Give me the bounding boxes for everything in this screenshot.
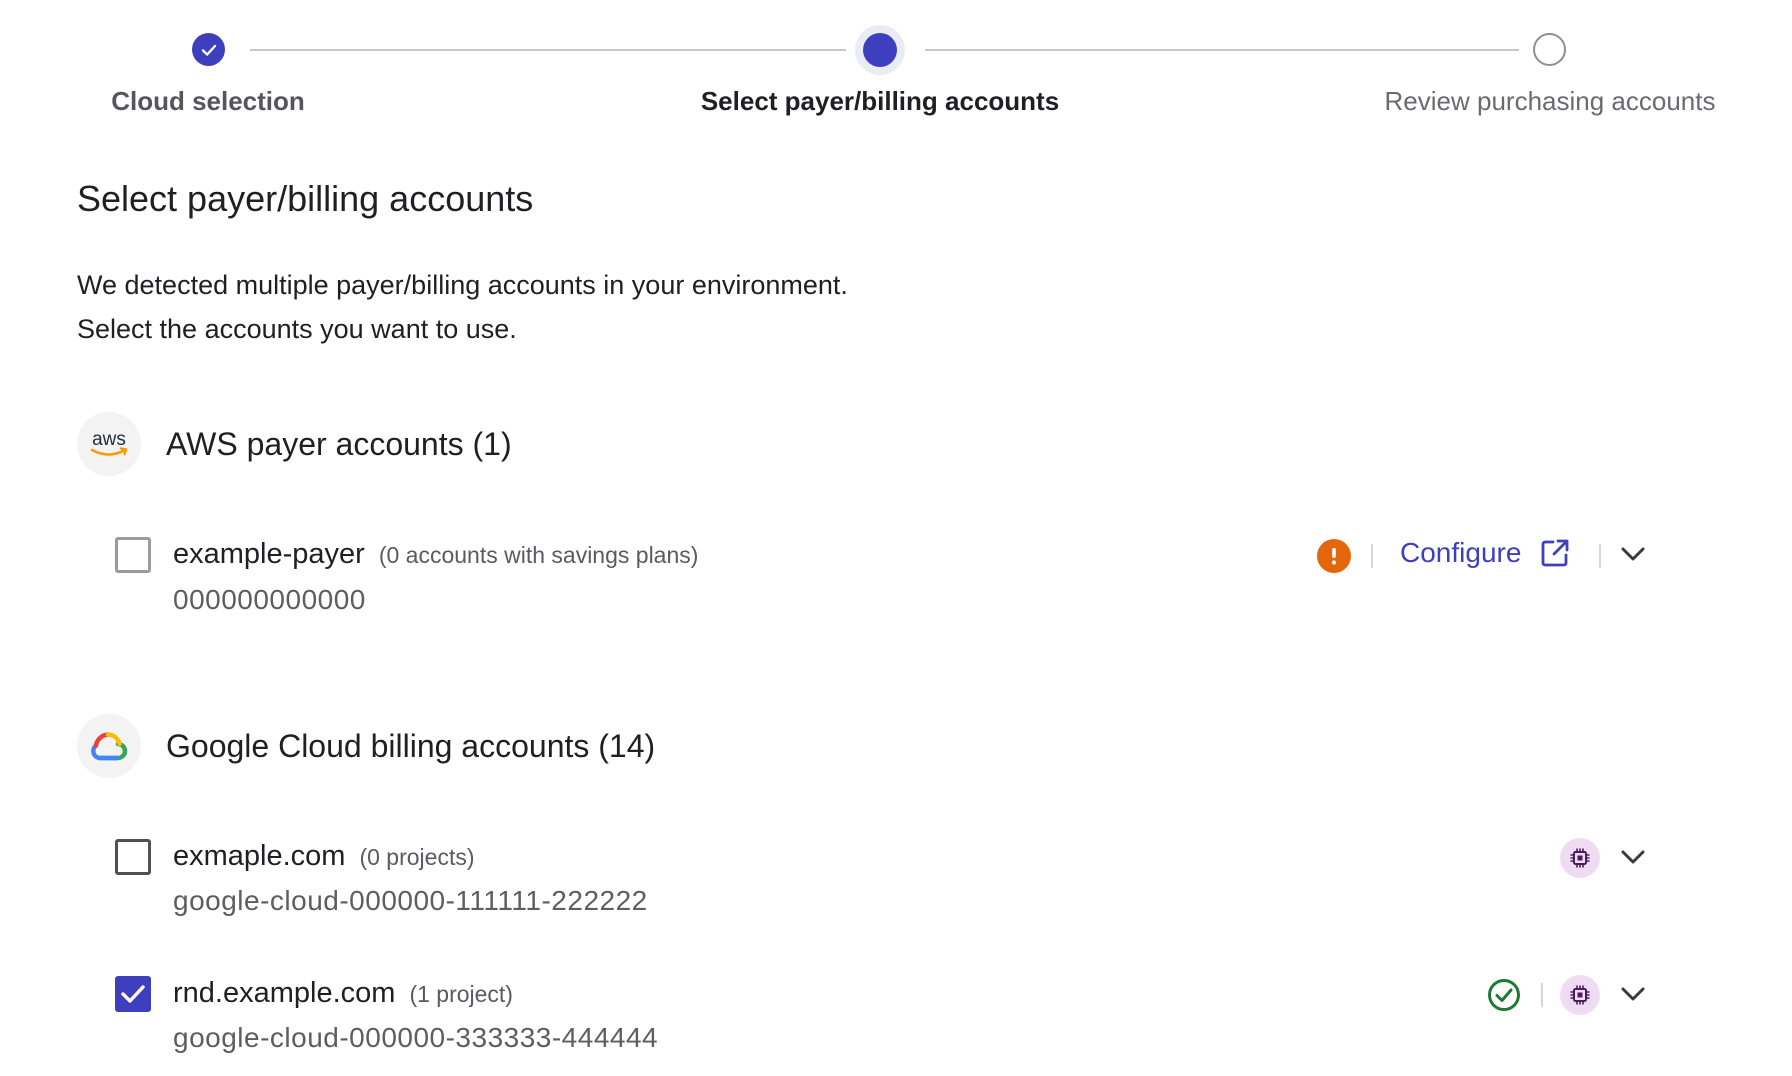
account-id: 000000000000: [173, 584, 366, 615]
account-name-line: rnd.example.com (1 project): [173, 977, 513, 1010]
step-completed-check-icon[interactable]: [192, 33, 225, 66]
page: Cloud selection Select payer/billing acc…: [0, 0, 1792, 1076]
warning-icon[interactable]: [1317, 539, 1351, 573]
aws-section-title: AWS payer accounts (1): [166, 425, 512, 462]
account-name-line: example-payer (0 accounts with savings pl…: [173, 538, 698, 571]
intro-line-1: We detected multiple payer/billing accou…: [77, 270, 848, 300]
gcp-section-header: Google Cloud billing accounts (14): [77, 714, 655, 778]
account-meta: (0 accounts with savings plans): [378, 542, 699, 568]
chip-icon[interactable]: [1560, 838, 1600, 878]
account-checkbox[interactable]: [115, 839, 151, 875]
aws-account-row: example-payer (0 accounts with savings pl…: [0, 528, 1792, 628]
stepper: Cloud selection Select payer/billing acc…: [0, 0, 1792, 130]
step-connector: [925, 49, 1519, 51]
account-name-line: exmaple.com (0 projects): [173, 840, 475, 873]
external-link-icon: [1542, 539, 1569, 567]
configure-link[interactable]: Configure: [1400, 537, 1571, 569]
gcp-account-row: exmaple.com (0 projects) google-cloud-000…: [0, 830, 1792, 930]
aws-section-header: aws AWS payer accounts (1): [77, 412, 512, 476]
gcp-section-title: Google Cloud billing accounts (14): [166, 727, 656, 764]
chip-icon[interactable]: [1560, 975, 1600, 1015]
page-title: Select payer/billing accounts: [77, 178, 534, 219]
check-circle-icon[interactable]: [1487, 978, 1521, 1012]
account-id: google-cloud-000000-333333-444444: [173, 1022, 659, 1053]
divider: [1371, 544, 1373, 568]
chevron-down-icon[interactable]: [1618, 842, 1648, 872]
gcp-account-row: rnd.example.com (1 project) google-cloud-…: [0, 967, 1792, 1067]
account-meta: (1 project): [409, 981, 513, 1007]
chevron-down-icon[interactable]: [1618, 979, 1648, 1009]
aws-logo-icon: aws: [77, 412, 141, 476]
account-checkbox-checked[interactable]: [115, 976, 151, 1012]
account-name: exmaple.com: [173, 840, 346, 872]
step-label-cloud-selection[interactable]: Cloud selection: [111, 86, 305, 117]
account-name: example-payer: [173, 538, 365, 570]
account-checkbox[interactable]: [115, 537, 151, 573]
account-meta: (0 projects): [359, 844, 475, 870]
intro-line-2: Select the accounts you want to use.: [77, 314, 517, 344]
step-current-indicator: [863, 33, 897, 67]
configure-label: Configure: [1400, 537, 1522, 568]
account-name: rnd.example.com: [173, 977, 396, 1009]
chevron-down-icon[interactable]: [1618, 539, 1648, 569]
google-cloud-logo-icon: [77, 714, 141, 778]
step-label-select-payer: Select payer/billing accounts: [700, 86, 1060, 116]
account-id: google-cloud-000000-111111-222222: [173, 885, 648, 916]
aws-logo-text: aws: [92, 429, 126, 450]
divider: [1541, 983, 1543, 1007]
step-label-review-purchasing: Review purchasing accounts: [1384, 86, 1716, 116]
divider: [1599, 544, 1601, 568]
step-connector: [250, 49, 846, 51]
intro-text: We detected multiple payer/billing accou…: [77, 263, 848, 351]
step-upcoming-indicator: [1533, 33, 1566, 66]
checkmark-icon: [121, 985, 145, 1003]
